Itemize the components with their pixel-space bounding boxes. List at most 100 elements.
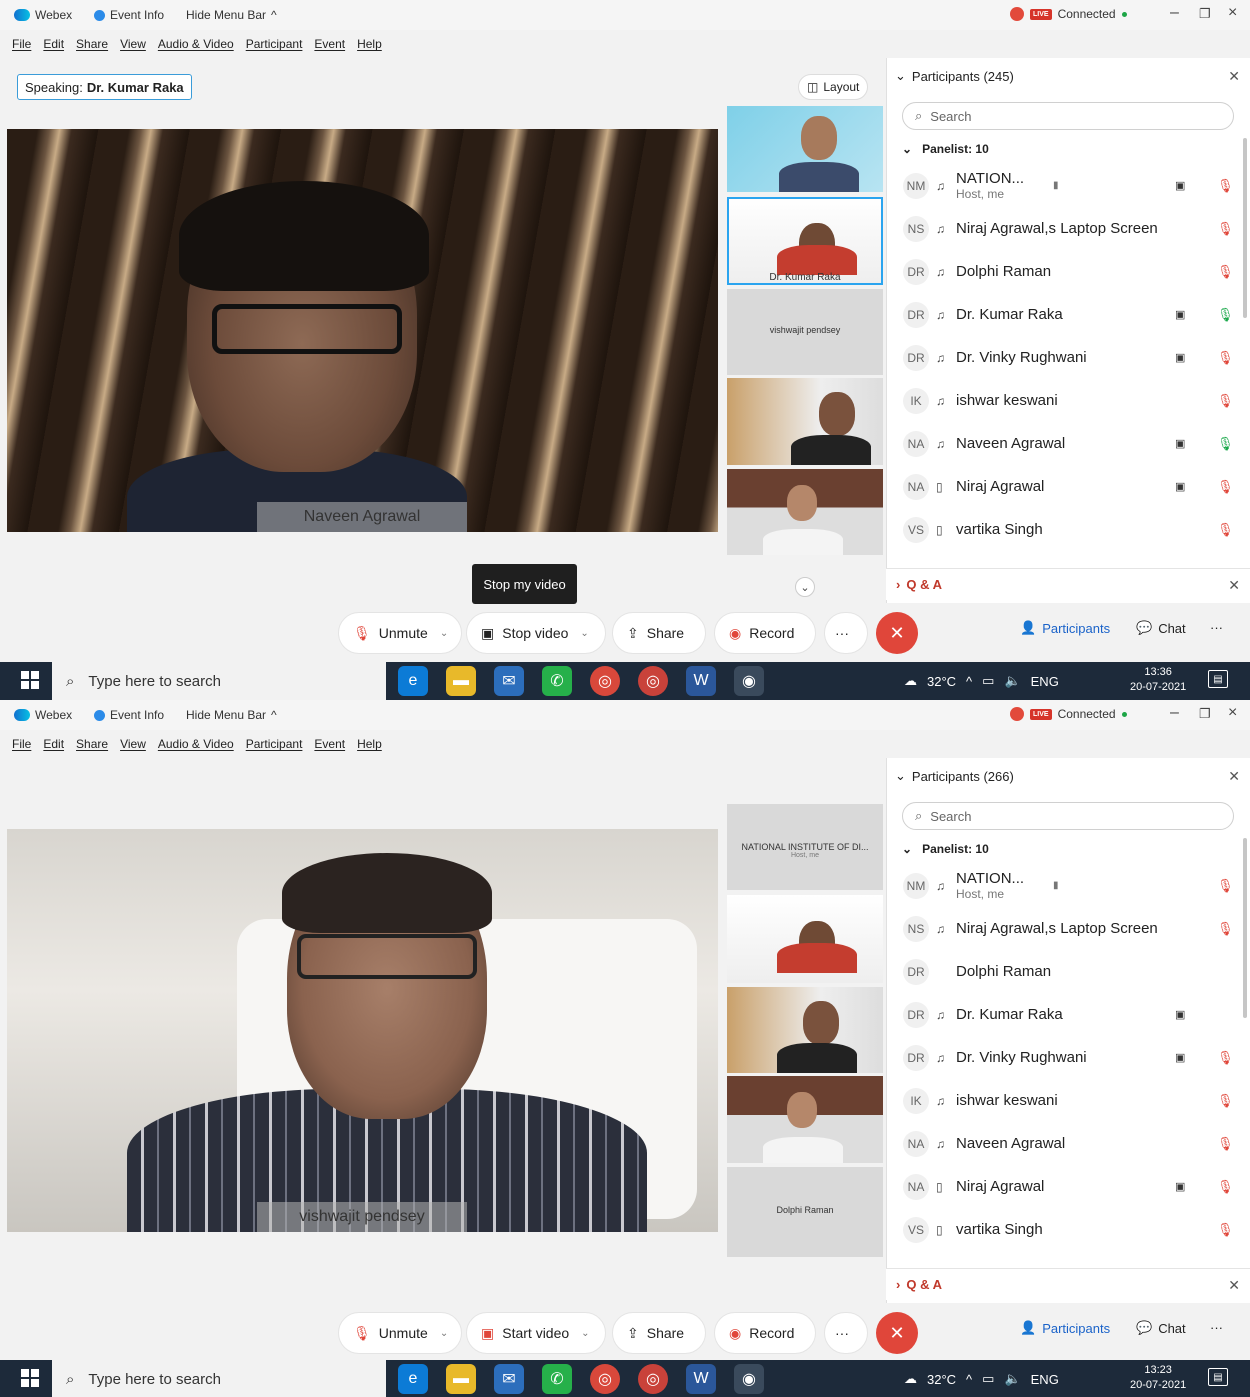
word-icon[interactable]: W (686, 666, 716, 696)
close-window-icon[interactable]: × (1228, 4, 1237, 22)
tray-chevron-icon[interactable]: ^ (966, 674, 972, 689)
video-tile[interactable] (727, 987, 883, 1073)
chat-button[interactable]: 💬 Chat (1136, 1320, 1186, 1336)
menu-help[interactable]: Help (357, 37, 382, 51)
leave-meeting-button[interactable]: ✕ (876, 1312, 918, 1354)
qa-panel-header[interactable]: › Q & A ✕ (886, 568, 1250, 600)
mic-active-icon[interactable]: 🎙 (1217, 436, 1234, 452)
more-options-button[interactable]: ··· (824, 1312, 868, 1354)
participant-row[interactable]: IK ♫ ishwar keswani 🎙 (887, 1079, 1247, 1122)
windows-start-icon[interactable] (21, 671, 39, 689)
minimize-icon[interactable]: – (1170, 4, 1179, 22)
menu-view[interactable]: View (120, 737, 146, 751)
video-tile[interactable] (727, 1076, 883, 1163)
participant-row[interactable]: NM ♫ NATION... Host, me ▮ 🎙 (887, 864, 1247, 907)
webex-app-icon[interactable]: ◉ (734, 1364, 764, 1394)
windows-start-icon[interactable] (21, 1369, 39, 1387)
mail-icon[interactable]: ✉ (494, 666, 524, 696)
qa-panel-header[interactable]: › Q & A ✕ (886, 1268, 1250, 1300)
participant-scrollbar[interactable] (1243, 838, 1247, 1018)
taskbar-clock[interactable]: 13:23 20-07-2021 (1130, 1363, 1186, 1393)
mic-muted-icon[interactable]: 🎙 (1217, 1093, 1234, 1109)
participant-row[interactable]: NS ♫ Niraj Agrawal,s Laptop Screen 🎙 (887, 907, 1247, 950)
language-indicator[interactable]: ENG (1031, 674, 1059, 689)
video-tile[interactable] (727, 106, 883, 192)
close-window-icon[interactable]: × (1228, 704, 1237, 722)
share-button[interactable]: ⇪ Share (612, 612, 706, 654)
volume-icon[interactable]: 🔈 (1004, 673, 1020, 689)
video-tile[interactable] (727, 469, 883, 555)
participant-row[interactable]: NA ♫ Naveen Agrawal ▣ 🎙 (887, 422, 1247, 465)
panelist-group-header[interactable]: ⌄ Panelist: 10 (902, 842, 989, 856)
participant-row[interactable]: NA ▯ Niraj Agrawal ▣ 🎙 (887, 465, 1247, 508)
participant-row[interactable]: DR ♫ Dr. Kumar Raka ▣ (887, 993, 1247, 1036)
unmute-button[interactable]: 🎙 Unmute ⌄ (338, 1312, 462, 1354)
participant-row[interactable]: DR ♫ Dolphi Raman 🎙 (887, 250, 1247, 293)
taskbar-search[interactable]: ⌕ Type here to search (52, 1360, 386, 1397)
video-tile[interactable] (727, 378, 883, 465)
webex-menu[interactable]: Webex (14, 8, 72, 22)
participants-button[interactable]: 👤 Participants (1020, 1320, 1110, 1336)
more-options-button[interactable]: ··· (824, 612, 868, 654)
record-button[interactable]: ◉ Record (714, 1312, 816, 1354)
volume-icon[interactable]: 🔈 (1004, 1371, 1020, 1387)
notification-icon[interactable]: ▤ (1208, 670, 1228, 688)
mic-muted-icon[interactable]: 🎙 (1217, 878, 1234, 894)
weather-icon[interactable]: ☁ (904, 673, 917, 689)
mic-muted-icon[interactable]: 🎙 (1217, 1050, 1234, 1066)
panel-more-button[interactable]: ··· (1210, 1320, 1223, 1335)
participant-row[interactable]: VS ▯ vartika Singh 🎙 (887, 1208, 1247, 1251)
event-info-button[interactable]: Event Info (94, 8, 164, 22)
mic-muted-icon[interactable]: 🎙 (1217, 221, 1234, 237)
restore-icon[interactable]: ❐ (1199, 706, 1211, 722)
edge-icon[interactable]: e (398, 1364, 428, 1394)
notification-icon[interactable]: ▤ (1208, 1368, 1228, 1386)
mail-icon[interactable]: ✉ (494, 1364, 524, 1394)
menu-edit[interactable]: Edit (43, 737, 64, 751)
weather-icon[interactable]: ☁ (904, 1371, 917, 1387)
menu-edit[interactable]: Edit (43, 37, 64, 51)
mic-active-icon[interactable]: 🎙 (1217, 307, 1234, 323)
mic-muted-icon[interactable]: 🎙 (1217, 264, 1234, 280)
mic-muted-icon[interactable]: 🎙 (1217, 350, 1234, 366)
participant-row[interactable]: DR Dolphi Raman (887, 950, 1247, 993)
language-indicator[interactable]: ENG (1031, 1372, 1059, 1387)
menu-participant[interactable]: Participant (246, 737, 303, 751)
mic-muted-icon[interactable]: 🎙 (1217, 1136, 1234, 1152)
network-icon[interactable]: ▭ (982, 673, 994, 689)
chrome-icon[interactable]: ◎ (590, 1364, 620, 1394)
menu-participant[interactable]: Participant (246, 37, 303, 51)
mic-muted-icon[interactable]: 🎙 (1217, 1222, 1234, 1238)
participant-row[interactable]: NA ♫ Naveen Agrawal 🎙 (887, 1122, 1247, 1165)
close-qa-icon[interactable]: ✕ (1228, 577, 1240, 594)
mic-muted-icon[interactable]: 🎙 (1217, 921, 1234, 937)
file-explorer-icon[interactable]: ▬ (446, 666, 476, 696)
taskbar-search[interactable]: ⌕ Type here to search (52, 662, 386, 700)
panelist-group-header[interactable]: ⌄ Panelist: 10 (902, 142, 989, 156)
file-explorer-icon[interactable]: ▬ (446, 1364, 476, 1394)
network-icon[interactable]: ▭ (982, 1371, 994, 1387)
close-qa-icon[interactable]: ✕ (1228, 1277, 1240, 1294)
whatsapp-icon[interactable]: ✆ (542, 1364, 572, 1394)
participant-row[interactable]: NS ♫ Niraj Agrawal,s Laptop Screen 🎙 (887, 207, 1247, 250)
share-button[interactable]: ⇪ Share (612, 1312, 706, 1354)
tray-chevron-icon[interactable]: ^ (966, 1372, 972, 1387)
minimize-icon[interactable]: – (1170, 704, 1179, 722)
unmute-button[interactable]: 🎙 Unmute ⌄ (338, 612, 462, 654)
video-tile-vishwajit-pendsey[interactable]: vishwajit pendsey (727, 289, 883, 375)
participants-button[interactable]: 👤 Participants (1020, 620, 1110, 636)
webex-menu[interactable]: Webex (14, 708, 72, 722)
chat-button[interactable]: 💬 Chat (1136, 620, 1186, 636)
menu-file[interactable]: File (12, 737, 31, 751)
participant-row[interactable]: DR ♫ Dr. Kumar Raka ▣ 🎙 (887, 293, 1247, 336)
menu-audio-video[interactable]: Audio & Video (158, 37, 234, 51)
video-tile-dr-kumar-raka[interactable]: Dr. Kumar Raka (727, 197, 883, 285)
menu-share[interactable]: Share (76, 37, 108, 51)
participant-row[interactable]: DR ♫ Dr. Vinky Rughwani ▣ 🎙 (887, 1036, 1247, 1079)
video-tile[interactable] (727, 895, 883, 983)
video-tile-host[interactable]: NATIONAL INSTITUTE OF DI... Host, me (727, 804, 883, 890)
participant-row[interactable]: VS ▯ vartika Singh 🎙 (887, 508, 1247, 551)
panel-more-button[interactable]: ··· (1210, 620, 1223, 635)
close-panel-icon[interactable]: ✕ (1228, 68, 1240, 85)
whatsapp-icon[interactable]: ✆ (542, 666, 572, 696)
